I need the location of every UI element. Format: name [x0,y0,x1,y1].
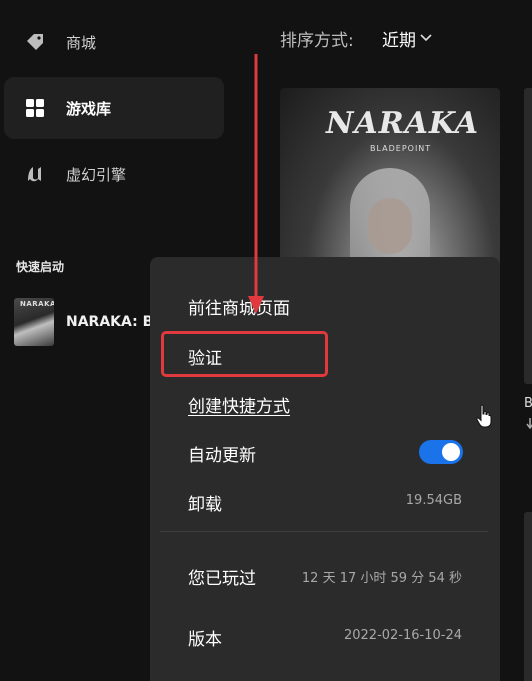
auto-update-toggle[interactable] [419,440,463,464]
tag-icon [24,31,46,53]
game-card-partial-lower[interactable] [524,512,532,681]
sort-label: 排序方式: [280,31,354,51]
unreal-icon [24,163,46,185]
sidebar-item-library[interactable]: 游戏库 [4,77,224,139]
menu-item-played: 您已玩过 [188,569,256,589]
cover-art-face [368,198,412,254]
menu-item-go-to-store[interactable]: 前往商城页面 [188,294,290,319]
annotation-highlight-box [161,331,328,377]
game-card-partial[interactable] [524,88,532,384]
annotation-arrow [248,54,264,314]
thumbnail-logo-text: NARAKA [20,300,54,308]
sort-dropdown[interactable]: 近期 [382,26,432,51]
context-menu: 前往商城页面 验证 创建快捷方式 自动更新 卸载 19.54GB 您已玩过 12… [150,257,500,681]
sidebar-item-store[interactable]: 商城 [4,11,224,73]
game-sublogo: BLADEPOINT [370,144,432,153]
download-arrow-icon [526,418,532,433]
version-value: 2022-02-16-10-24 [343,628,462,643]
sidebar-item-label: 商城 [66,33,97,52]
quick-launch-title: 快速启动 [16,260,65,274]
partial-card-title: B [524,396,532,411]
grid-icon [24,97,46,119]
menu-item-auto-update: 自动更新 [188,446,256,466]
menu-divider [160,531,488,532]
game-logo: NARAKA [326,106,480,141]
sidebar-item-unreal-engine[interactable]: 虚幻引擎 [4,143,224,205]
playtime-value: 12 天 17 小时 59 分 54 秒 [301,571,462,586]
hand-cursor-icon [476,404,492,432]
sidebar-item-label: 虚幻引擎 [66,165,127,184]
game-thumbnail: NARAKA [14,298,54,346]
menu-item-version: 版本 [188,630,222,650]
menu-item-create-shortcut[interactable]: 创建快捷方式 [188,392,290,417]
chevron-down-icon [420,32,432,45]
menu-item-uninstall[interactable]: 卸载 [188,490,222,515]
quick-launch-label: NARAKA: BL [66,314,163,330]
sidebar-item-label: 游戏库 [66,99,112,118]
sort-value: 近期 [382,31,416,51]
install-size: 19.54GB [405,493,462,508]
toggle-knob [442,443,460,461]
